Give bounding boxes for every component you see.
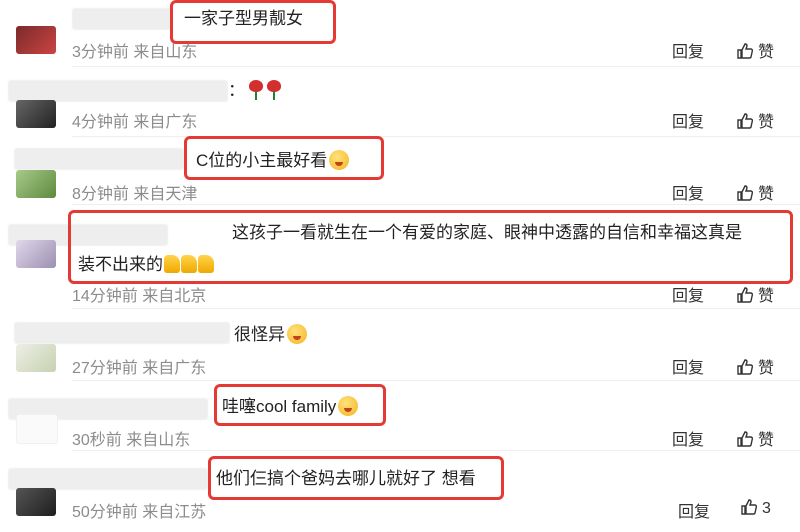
comment-location: 来自山东 [133,44,198,61]
comment-location: 来自天津 [133,186,198,203]
username-redacted[interactable] [72,8,172,30]
like-button[interactable]: 赞 [736,38,774,65]
like-button[interactable]: 赞 [736,180,774,207]
comment-location: 来自广东 [142,360,207,377]
highlight-box [208,456,504,500]
reply-button[interactable]: 回复 [672,38,704,62]
avatar[interactable] [16,344,56,372]
comment-text: ： [228,80,281,102]
laugh-cry-emoji-icon [287,324,307,344]
reply-button[interactable]: 回复 [672,426,704,450]
comment-meta: 30秒前 来自山东 [72,426,190,450]
comment-meta: 8分钟前 来自天津 [72,180,197,204]
comment-location: 来自江苏 [142,504,207,521]
avatar[interactable] [16,414,58,444]
avatar[interactable] [16,488,56,516]
comment-item: ： 4分钟前 来自广东 回复 赞 [0,66,800,136]
comment-meta: 3分钟前 来自山东 [72,38,197,62]
reply-button[interactable]: 回复 [672,108,704,132]
comment-time: 3分钟前 [72,44,129,61]
comment-time: 14分钟前 [72,288,138,305]
username-redacted[interactable] [8,468,208,490]
like-label: 赞 [758,360,775,377]
like-button[interactable]: 赞 [736,354,774,381]
comment-item: 一家子型男靓女 3分钟前 来自山东 回复 赞 [0,0,800,66]
comment-meta: 14分钟前 来自北京 [72,282,206,306]
comment-time: 50分钟前 [72,504,138,521]
rose-icon [249,80,263,100]
thumbs-up-icon [736,112,754,135]
comment-text: 很怪异 [234,324,307,346]
comment-item: 这孩子一看就生在一个有爱的家庭、眼神中透露的自信和幸福这真是 装不出来的 14分… [0,204,800,308]
comment-item: C位的小主最好看 8分钟前 来自天津 回复 赞 [0,136,800,204]
reply-button[interactable]: 回复 [672,354,704,378]
comment-meta: 4分钟前 来自广东 [72,108,197,132]
like-button[interactable]: 赞 [736,282,774,309]
like-label: 赞 [758,288,775,305]
comment-location: 来自广东 [133,114,198,131]
comment-item: 很怪异 27分钟前 来自广东 回复 赞 [0,308,800,380]
username-redacted[interactable] [14,148,184,170]
comment-meta: 50分钟前 来自江苏 [72,498,206,522]
thumbs-up-icon [736,358,754,381]
avatar[interactable] [16,26,56,54]
comment-location: 来自山东 [126,432,191,449]
comment-time: 8分钟前 [72,186,129,203]
thumbs-up-icon [736,42,754,65]
thumbs-up-icon [740,498,758,521]
comment-meta: 27分钟前 来自广东 [72,354,206,378]
reply-button[interactable]: 回复 [672,180,704,204]
like-label: 赞 [758,186,775,203]
like-button[interactable]: 3 [740,498,771,521]
avatar[interactable] [16,170,56,198]
like-button[interactable]: 赞 [736,426,774,453]
like-label: 赞 [758,432,775,449]
avatar[interactable] [16,100,56,128]
reply-button[interactable]: 回复 [678,498,710,522]
comment-time: 4分钟前 [72,114,129,131]
like-button[interactable]: 赞 [736,108,774,135]
comment-item: 他们仨搞个爸妈去哪儿就好了 想看 50分钟前 来自江苏 回复 3 [0,450,800,532]
highlight-box [214,384,386,426]
highlight-box [184,136,384,180]
reply-button[interactable]: 回复 [672,282,704,306]
comment-location: 来自北京 [142,288,207,305]
comment-item: 哇噻cool family 30秒前 来自山东 回复 赞 [0,380,800,450]
avatar[interactable] [16,240,56,268]
like-label: 赞 [758,44,775,61]
comment-time: 30秒前 [72,432,122,449]
like-count: 3 [762,500,771,517]
username-redacted[interactable] [8,80,228,102]
like-label: 赞 [758,114,775,131]
username-redacted[interactable] [14,322,230,344]
highlight-box [68,210,793,284]
thumbs-up-icon [736,286,754,309]
rose-icon [267,80,281,100]
comment-time: 27分钟前 [72,360,138,377]
